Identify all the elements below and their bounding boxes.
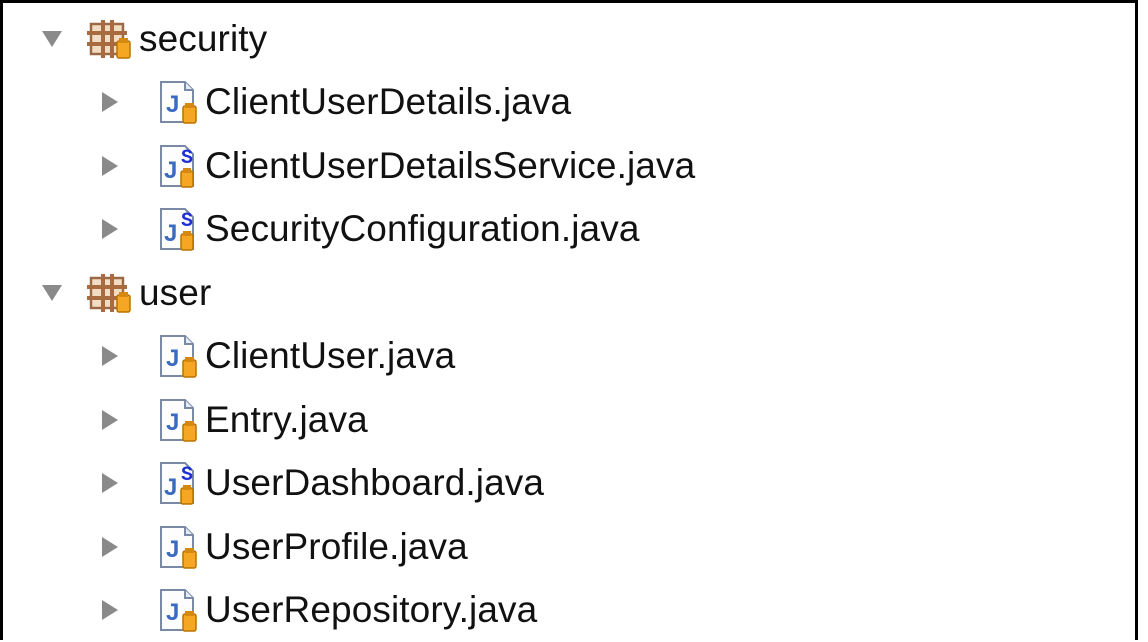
java-spring-file-icon: J S	[155, 205, 203, 253]
collapse-toggle-icon[interactable]	[97, 341, 123, 371]
file-label: UserProfile.java	[205, 526, 468, 568]
svg-text:J: J	[164, 474, 177, 501]
collapse-toggle-icon[interactable]	[97, 151, 123, 181]
tree-package-user[interactable]: user	[3, 261, 1135, 325]
file-label: ClientUserDetails.java	[205, 81, 571, 123]
file-label: SecurityConfiguration.java	[205, 208, 640, 250]
collapse-toggle-icon[interactable]	[97, 468, 123, 498]
expand-toggle-icon[interactable]	[39, 24, 65, 54]
java-file-icon: J	[155, 78, 203, 126]
tree-file-item[interactable]: J Entry.java	[3, 388, 1135, 452]
tree-file-item[interactable]: J S SecurityConfiguration.java	[3, 198, 1135, 262]
collapse-toggle-icon[interactable]	[97, 595, 123, 625]
package-label: user	[139, 272, 211, 314]
tree-file-item[interactable]: J S ClientUserDetailsService.java	[3, 134, 1135, 198]
svg-text:J: J	[166, 536, 179, 563]
java-spring-file-icon: J S	[155, 142, 203, 190]
svg-text:J: J	[166, 409, 179, 436]
package-tree: security J ClientUserDetails.java J	[3, 7, 1135, 642]
java-file-icon: J	[155, 523, 203, 571]
java-spring-file-icon: J S	[155, 459, 203, 507]
svg-text:S: S	[181, 464, 193, 487]
tree-file-item[interactable]: J ClientUser.java	[3, 325, 1135, 389]
package-icon	[87, 15, 135, 63]
java-file-icon: J	[155, 586, 203, 634]
svg-text:J: J	[164, 157, 177, 184]
package-explorer-panel: security J ClientUserDetails.java J	[0, 0, 1138, 640]
file-label: UserDashboard.java	[205, 462, 544, 504]
expand-toggle-icon[interactable]	[39, 278, 65, 308]
package-icon	[87, 269, 135, 317]
file-label: UserRepository.java	[205, 589, 537, 631]
tree-package-security[interactable]: security	[3, 7, 1135, 71]
svg-text:S: S	[181, 147, 193, 170]
file-label: ClientUser.java	[205, 335, 455, 377]
svg-text:J: J	[166, 91, 179, 118]
file-label: Entry.java	[205, 399, 368, 441]
file-label: ClientUserDetailsService.java	[205, 145, 695, 187]
package-label: security	[139, 18, 267, 60]
tree-file-item[interactable]: J ClientUserDetails.java	[3, 71, 1135, 135]
java-file-icon: J	[155, 332, 203, 380]
tree-file-item[interactable]: J UserProfile.java	[3, 515, 1135, 579]
tree-file-item[interactable]: J S UserDashboard.java	[3, 452, 1135, 516]
svg-text:J: J	[166, 599, 179, 626]
collapse-toggle-icon[interactable]	[97, 532, 123, 562]
collapse-toggle-icon[interactable]	[97, 87, 123, 117]
svg-text:J: J	[166, 345, 179, 372]
collapse-toggle-icon[interactable]	[97, 405, 123, 435]
svg-text:S: S	[181, 210, 193, 233]
collapse-toggle-icon[interactable]	[97, 214, 123, 244]
svg-text:J: J	[164, 220, 177, 247]
tree-file-item[interactable]: J UserRepository.java	[3, 579, 1135, 642]
java-file-icon: J	[155, 396, 203, 444]
